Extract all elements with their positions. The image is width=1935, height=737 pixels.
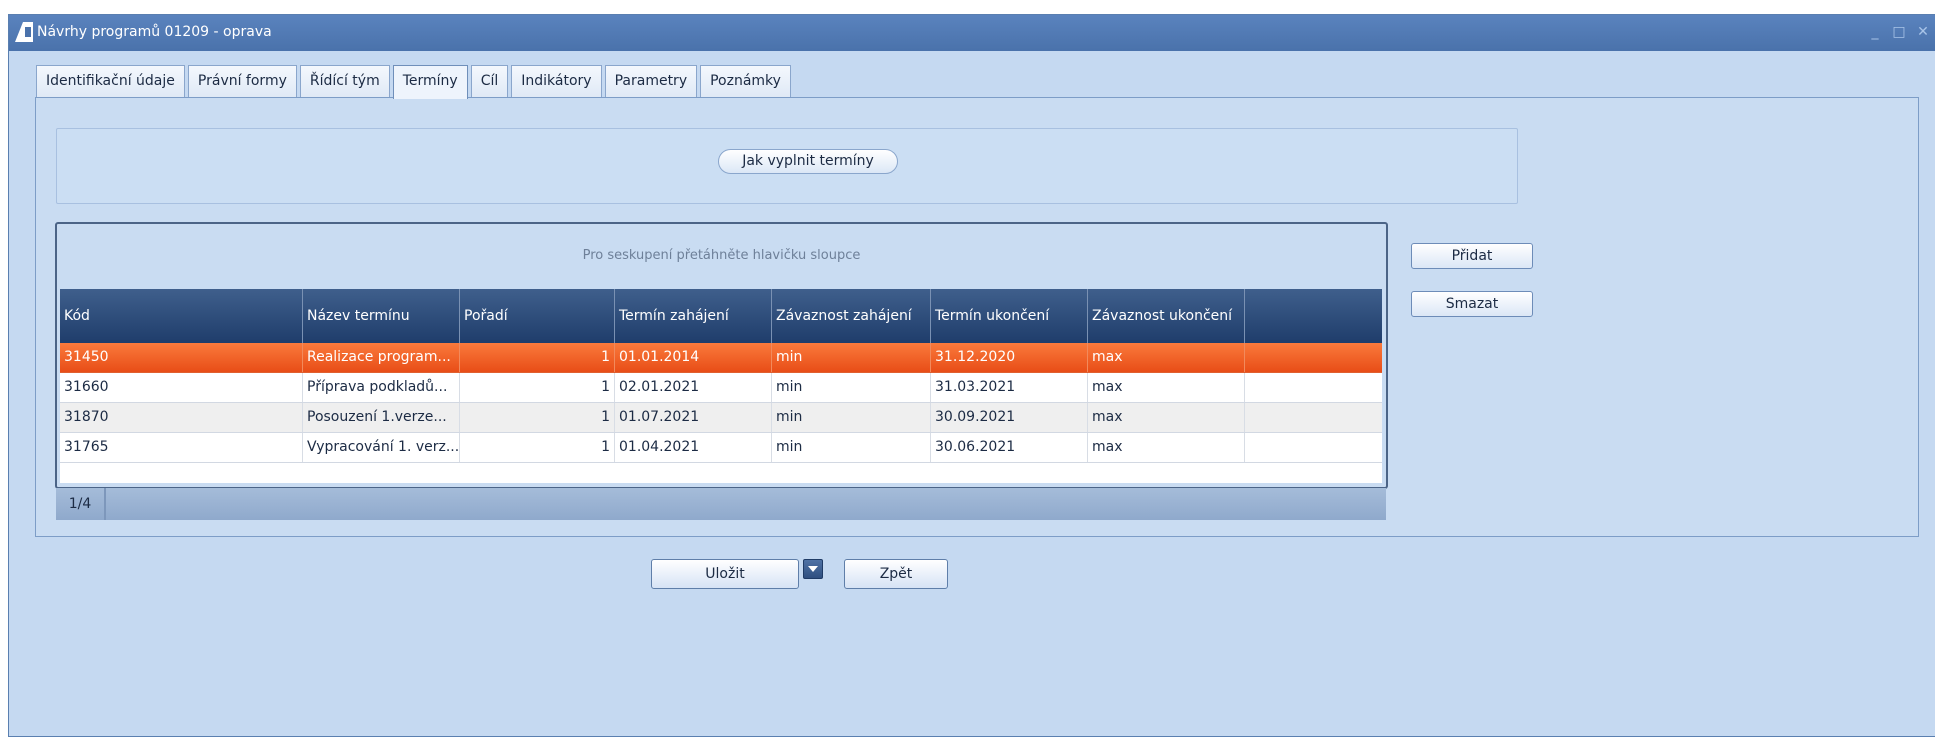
column-header-empty <box>1245 289 1382 343</box>
tab-pravni-formy[interactable]: Právní formy <box>187 65 297 97</box>
cell-empty <box>1245 343 1382 372</box>
column-header-zavaznost-ukonceni[interactable]: Závaznost ukončení <box>1088 289 1245 343</box>
app-logo-icon <box>15 22 33 42</box>
minimize-icon[interactable]: _ <box>1863 21 1887 43</box>
tab-identifikacni-udaje[interactable]: Identifikační údaje <box>36 65 185 97</box>
cell-zavaznost-ukonceni: max <box>1088 403 1245 432</box>
cell-termin-zahajeni: 01.01.2014 <box>615 343 772 372</box>
delete-button[interactable]: Smazat <box>1411 291 1533 317</box>
grouping-hint[interactable]: Pro seskupení přetáhněte hlavičku sloupc… <box>57 248 1386 263</box>
table-row[interactable]: 31870 Posouzení 1.verze... 1 01.07.2021 … <box>60 403 1382 433</box>
cell-poradi: 1 <box>460 343 615 372</box>
table-row[interactable]: 31765 Vypracování 1. verz... 1 01.04.202… <box>60 433 1382 463</box>
cell-poradi: 1 <box>460 403 615 432</box>
cell-kod: 31660 <box>60 373 303 402</box>
add-button[interactable]: Přidat <box>1411 243 1533 269</box>
save-dropdown-icon[interactable] <box>803 559 823 579</box>
terms-grid-container: Pro seskupení přetáhněte hlavičku sloupc… <box>55 222 1388 489</box>
back-button[interactable]: Zpět <box>844 559 948 589</box>
cell-zavaznost-ukonceni: max <box>1088 343 1245 372</box>
cell-nazev: Posouzení 1.verze... <box>303 403 460 432</box>
maximize-icon[interactable]: □ <box>1887 21 1911 43</box>
cell-empty <box>1245 433 1382 462</box>
cell-termin-zahajeni: 02.01.2021 <box>615 373 772 402</box>
table-row[interactable]: 31450 Realizace program... 1 01.01.2014 … <box>60 343 1382 373</box>
cell-nazev: Příprava podkladů... <box>303 373 460 402</box>
terms-grid: Kód Název termínu Pořadí Termín zahájení… <box>60 289 1382 483</box>
table-row[interactable]: 31660 Příprava podkladů... 1 02.01.2021 … <box>60 373 1382 403</box>
cell-poradi: 1 <box>460 373 615 402</box>
cell-kod: 31450 <box>60 343 303 372</box>
cell-termin-ukonceni: 31.12.2020 <box>931 343 1088 372</box>
app-window: Návrhy programů 01209 - oprava _ □ ✕ Ide… <box>8 14 1935 737</box>
cell-kod: 31765 <box>60 433 303 462</box>
tab-strip: Identifikační údaje Právní formy Řídící … <box>36 65 794 99</box>
cell-poradi: 1 <box>460 433 615 462</box>
tab-panel-terminy: Jak vyplnit termíny Pro seskupení přetáh… <box>35 97 1919 537</box>
help-groupbox: Jak vyplnit termíny <box>56 128 1518 204</box>
grid-body: 31450 Realizace program... 1 01.01.2014 … <box>60 343 1382 463</box>
tab-ridici-tym[interactable]: Řídící tým <box>299 65 390 97</box>
cell-termin-zahajeni: 01.04.2021 <box>615 433 772 462</box>
cell-empty <box>1245 373 1382 402</box>
title-bar: Návrhy programů 01209 - oprava _ □ ✕ <box>9 15 1935 51</box>
help-button[interactable]: Jak vyplnit termíny <box>718 149 898 174</box>
grid-pager: 1/4 <box>56 488 1386 520</box>
tab-cil[interactable]: Cíl <box>470 65 509 97</box>
tab-poznamky[interactable]: Poznámky <box>700 65 791 97</box>
save-button[interactable]: Uložit <box>651 559 799 589</box>
close-icon[interactable]: ✕ <box>1911 21 1935 43</box>
column-header-termin-ukonceni[interactable]: Termín ukončení <box>931 289 1088 343</box>
cell-zavaznost-ukonceni: max <box>1088 373 1245 402</box>
grid-header: Kód Název termínu Pořadí Termín zahájení… <box>60 289 1382 343</box>
cell-termin-ukonceni: 30.06.2021 <box>931 433 1088 462</box>
cell-termin-ukonceni: 30.09.2021 <box>931 403 1088 432</box>
cell-empty <box>1245 403 1382 432</box>
column-header-nazev[interactable]: Název termínu <box>303 289 460 343</box>
cell-zavaznost-zahajeni: min <box>772 343 931 372</box>
column-header-kod[interactable]: Kód <box>60 289 303 343</box>
column-header-termin-zahajeni[interactable]: Termín zahájení <box>615 289 772 343</box>
cell-kod: 31870 <box>60 403 303 432</box>
cell-zavaznost-zahajeni: min <box>772 373 931 402</box>
cell-nazev: Vypracování 1. verz... <box>303 433 460 462</box>
cell-zavaznost-zahajeni: min <box>772 403 931 432</box>
column-header-zavaznost-zahajeni[interactable]: Závaznost zahájení <box>772 289 931 343</box>
tab-parametry[interactable]: Parametry <box>604 65 698 97</box>
cell-zavaznost-zahajeni: min <box>772 433 931 462</box>
column-header-poradi[interactable]: Pořadí <box>460 289 615 343</box>
cell-termin-zahajeni: 01.07.2021 <box>615 403 772 432</box>
cell-termin-ukonceni: 31.03.2021 <box>931 373 1088 402</box>
tab-indikatory[interactable]: Indikátory <box>511 65 602 97</box>
tab-terminy[interactable]: Termíny <box>392 65 468 99</box>
page-indicator: 1/4 <box>56 488 106 520</box>
cell-nazev: Realizace program... <box>303 343 460 372</box>
window-title: Návrhy programů 01209 - oprava <box>37 24 272 40</box>
cell-zavaznost-ukonceni: max <box>1088 433 1245 462</box>
